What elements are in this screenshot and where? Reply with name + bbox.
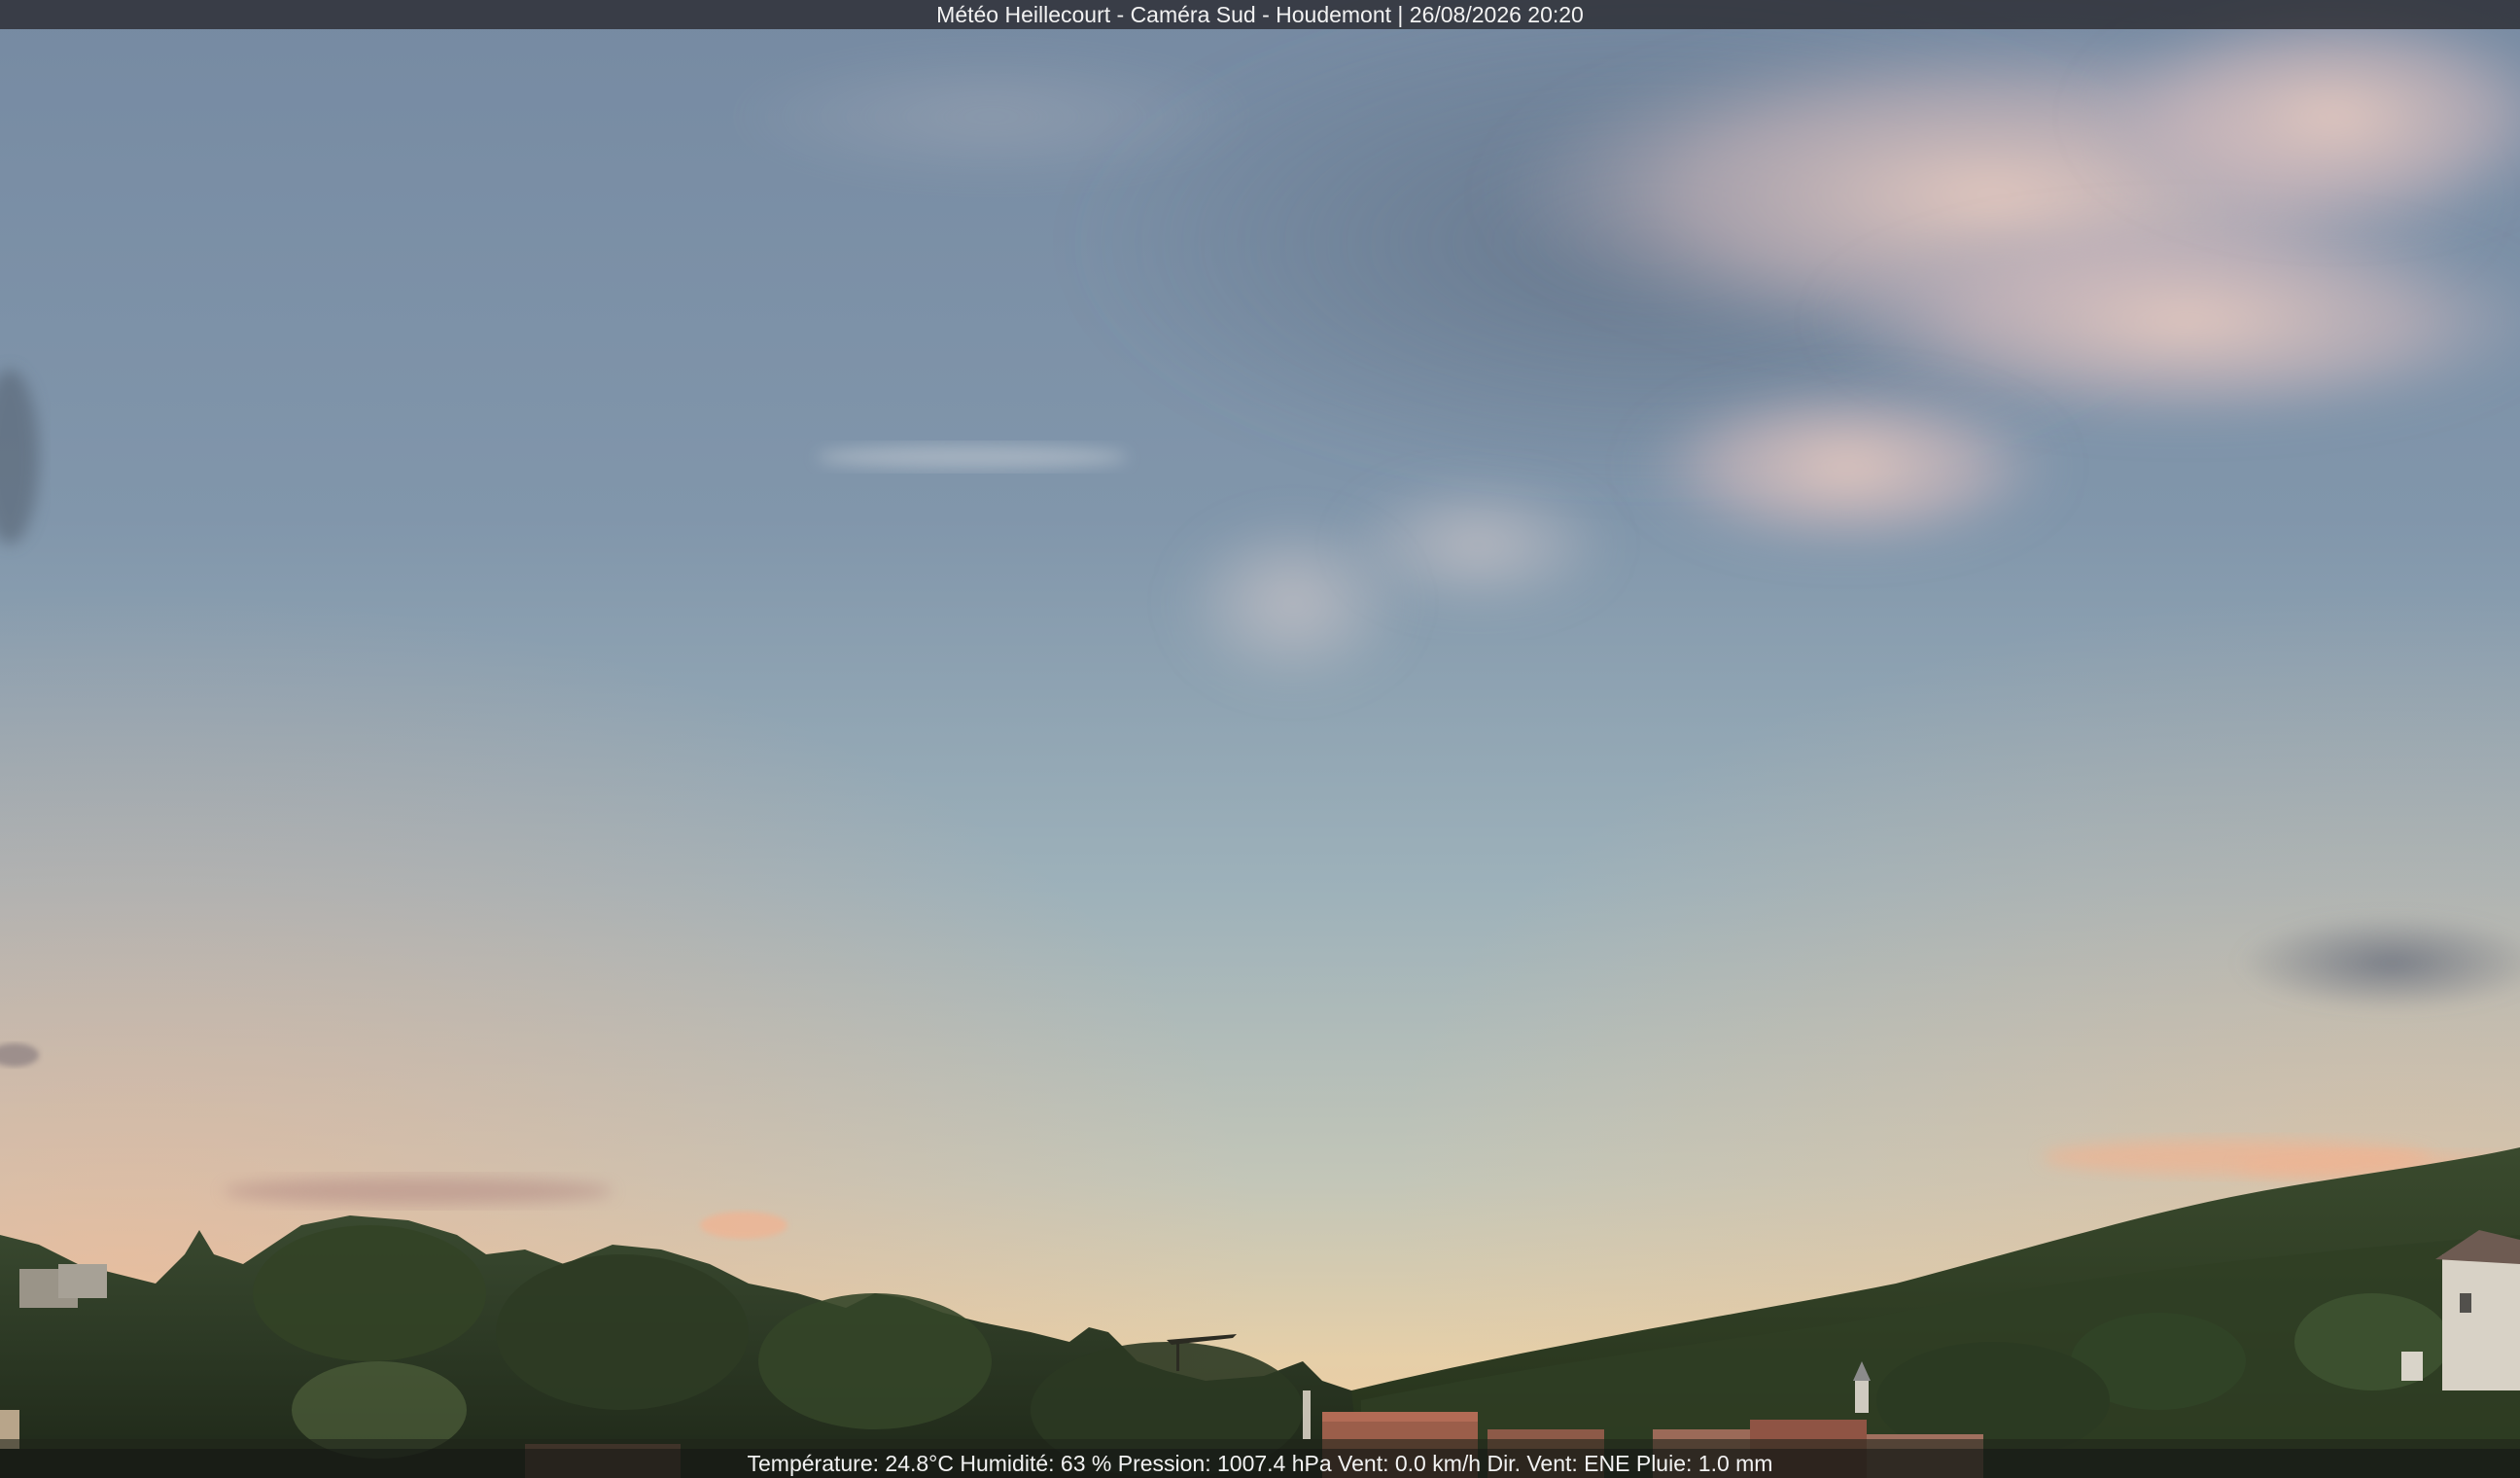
weather-readings-bar: Température: 24.8°C Humidité: 63 % Press… — [0, 1449, 2520, 1478]
webcam-frame: Météo Heillecourt - Caméra Sud - Houdemo… — [0, 0, 2520, 1478]
camera-title-bar: Météo Heillecourt - Caméra Sud - Houdemo… — [0, 0, 2520, 29]
webcam-image — [0, 0, 2520, 1478]
